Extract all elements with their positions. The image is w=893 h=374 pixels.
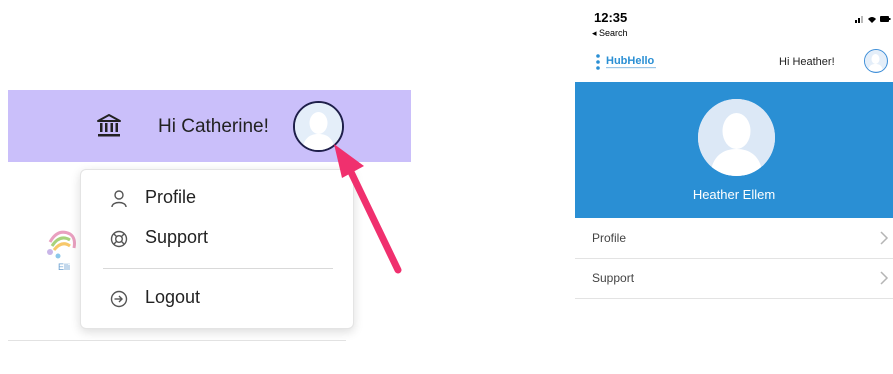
chevron-right-icon	[880, 271, 889, 285]
menu-item-label: Logout	[145, 287, 201, 307]
app-logo-text: HubHello	[606, 55, 655, 67]
profile-banner: Heather Ellem	[575, 82, 893, 218]
menu-item-support[interactable]: Support	[109, 225, 329, 253]
bank-icon[interactable]	[96, 113, 122, 139]
mobile-screen: 12:35 ◂ Search HubHello Hi Heather! Heat…	[575, 0, 893, 374]
menu-item-label: Support	[145, 227, 209, 247]
menu-item-logout[interactable]: Logout	[109, 285, 329, 313]
user-icon	[111, 190, 127, 208]
mobile-menu-label: Profile	[592, 231, 627, 245]
mobile-menu-support[interactable]: Support	[575, 259, 893, 299]
status-back-link[interactable]: ◂ Search	[592, 28, 628, 39]
avatar-placeholder-icon	[865, 50, 886, 71]
status-icons	[855, 16, 891, 23]
profile-name: Heather Ellem	[692, 187, 776, 202]
logo-fragment-text: Elli	[58, 262, 70, 272]
menu-item-label: Profile	[145, 187, 197, 207]
mobile-menu-label: Support	[592, 271, 635, 285]
greeting-text: Hi Catherine!	[158, 116, 269, 137]
hubhello-logo[interactable]: HubHello	[595, 52, 675, 72]
status-bar-time: 12:35	[594, 10, 628, 25]
avatar-placeholder-icon	[698, 99, 775, 176]
mobile-avatar-button[interactable]	[864, 49, 888, 73]
lifebuoy-icon	[110, 230, 128, 248]
content-divider	[8, 340, 346, 341]
menu-item-profile[interactable]: Profile	[109, 185, 329, 213]
profile-avatar[interactable]	[698, 99, 775, 176]
mobile-greeting-text: Hi Heather!	[779, 56, 835, 68]
account-dropdown-menu: Profile Support Logout	[80, 169, 354, 329]
menu-divider	[103, 268, 333, 269]
mobile-menu-profile[interactable]: Profile	[575, 219, 893, 259]
partial-logo-image: Elli	[47, 230, 76, 272]
logout-icon	[110, 290, 128, 308]
chevron-right-icon	[880, 231, 889, 245]
pointer-arrow-pink	[334, 144, 402, 274]
